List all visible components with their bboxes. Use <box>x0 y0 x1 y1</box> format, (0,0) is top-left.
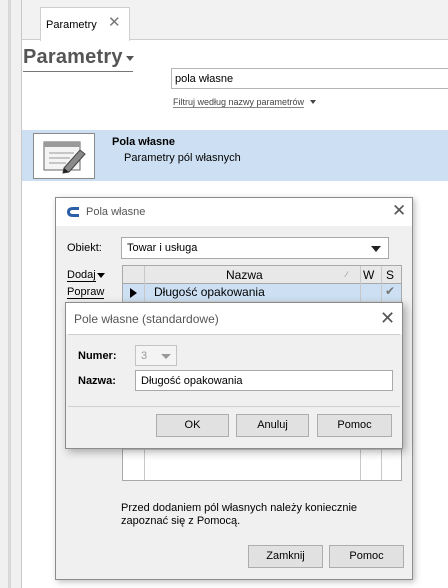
ok-button[interactable]: OK <box>156 414 229 437</box>
pole-wlasne-dialog: Pole własne (standardowe) ✕ Numer: 3 Naz… <box>65 302 403 449</box>
obiekt-select[interactable]: Towar i usługa <box>121 237 389 259</box>
obiekt-label: Obiekt: <box>67 242 102 254</box>
numer-select: 3 <box>135 345 177 366</box>
edit-link[interactable]: Popraw <box>67 286 105 299</box>
title-underline <box>23 71 133 72</box>
close-icon[interactable]: ✕ <box>392 201 406 221</box>
tab-label: Parametry <box>46 19 97 31</box>
tab-bar: Parametry ✕ <box>22 0 448 41</box>
dialog-titlebar: Pole własne (standardowe) ✕ <box>66 303 402 334</box>
sort-icon: ∕ <box>346 270 348 279</box>
nazwa-label: Nazwa: <box>78 375 116 387</box>
search-input[interactable] <box>171 68 448 89</box>
cancel-button[interactable]: Anuluj <box>236 414 309 437</box>
edit-document-icon <box>33 133 95 179</box>
column-header-nazwa[interactable]: Nazwa <box>226 268 263 282</box>
numer-value: 3 <box>141 350 148 362</box>
dialog-title: Pola własne <box>86 206 146 218</box>
checkmark-icon: ✔ <box>385 284 396 298</box>
left-panel-edge <box>8 0 11 588</box>
result-subtitle: Parametry pól własnych <box>124 152 241 164</box>
search-result-item[interactable]: Pola własne Parametry pól własnych <box>22 130 448 181</box>
chevron-down-icon[interactable] <box>97 273 105 278</box>
nazwa-field[interactable] <box>135 370 393 391</box>
close-icon[interactable]: ✕ <box>380 308 395 329</box>
result-title: Pola własne <box>112 136 175 148</box>
column-header-w[interactable]: W <box>363 268 374 282</box>
row-pointer-icon <box>130 288 137 298</box>
close-icon[interactable]: ✕ <box>108 13 121 31</box>
left-panel-strip <box>0 0 22 588</box>
page-title[interactable]: Parametry <box>23 46 123 69</box>
dialog-titlebar: Pola własne ✕ <box>56 198 412 226</box>
add-link[interactable]: Dodaj <box>67 269 96 282</box>
help-note: Przed dodaniem pól własnych należy konie… <box>121 502 358 527</box>
close-button[interactable]: Zamknij <box>248 545 323 568</box>
chevron-down-icon <box>371 246 381 252</box>
chevron-down-icon[interactable] <box>310 100 316 104</box>
tab-parametry[interactable]: Parametry ✕ <box>40 7 130 41</box>
column-header-s[interactable]: S <box>386 268 394 282</box>
chevron-down-icon[interactable] <box>126 56 134 61</box>
row-name-cell: Długość opakowania <box>154 285 265 299</box>
help-button[interactable]: Pomoc <box>317 414 392 437</box>
numer-label: Numer: <box>78 350 117 362</box>
filter-dropdown-link[interactable]: Filtruj według nazwy parametrów <box>173 97 305 108</box>
obiekt-value: Towar i usługa <box>127 242 198 254</box>
dialog-title: Pole własne (standardowe) <box>74 312 219 326</box>
app-logo-icon <box>67 207 79 217</box>
chevron-down-icon <box>161 354 171 359</box>
help-button[interactable]: Pomoc <box>329 545 404 568</box>
